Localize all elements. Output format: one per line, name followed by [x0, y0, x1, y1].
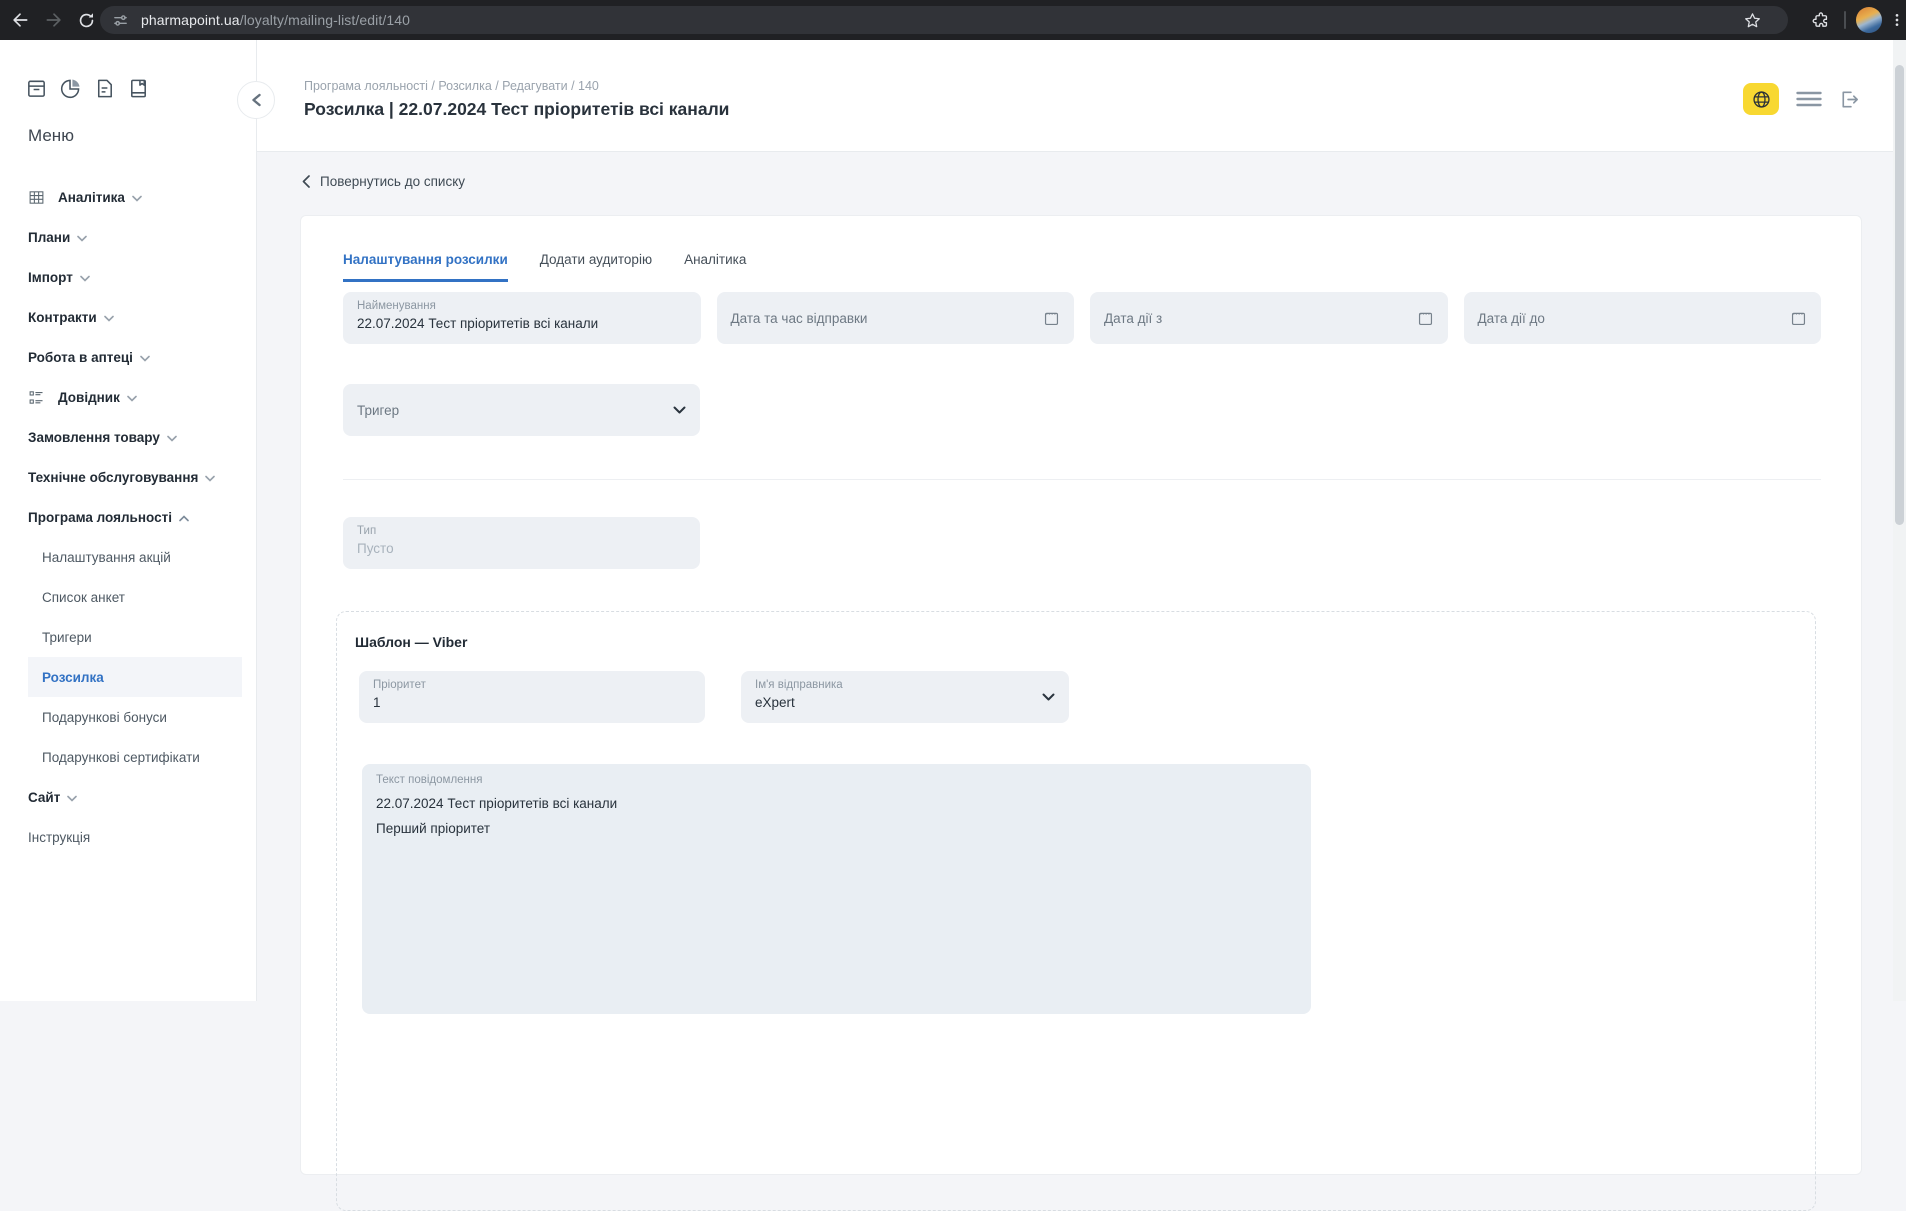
toolbar-divider	[1844, 11, 1846, 29]
grid-icon	[28, 189, 45, 206]
address-bar[interactable]: pharmapoint.ua/loyalty/mailing-list/edit…	[100, 6, 1788, 34]
chevron-left-icon	[302, 175, 310, 188]
trigger-select[interactable]: Тригер	[343, 384, 700, 436]
browser-menu-icon[interactable]	[1885, 8, 1906, 32]
type-field[interactable]: Тип Пусто	[343, 517, 700, 569]
sidebar-item-import[interactable]: Імпорт	[0, 257, 244, 297]
sidebar-item-goods-order[interactable]: Замовлення товару	[0, 417, 244, 457]
browser-reload-button[interactable]	[74, 8, 98, 32]
page-header: Програма лояльності / Розсилка / Редагув…	[257, 40, 1906, 152]
sidebar-item-questionnaires[interactable]: Список анкет	[0, 577, 244, 617]
pie-chart-icon[interactable]	[59, 77, 82, 105]
chevron-down-icon	[167, 435, 177, 442]
sidebar-item-loyalty-program[interactable]: Програма лояльності	[0, 497, 244, 537]
sidebar-item-maintenance[interactable]: Технічне обслуговування	[0, 457, 244, 497]
sender-name-select[interactable]: Ім'я відправника eXpert	[741, 671, 1069, 723]
sidebar-item-contracts[interactable]: Контракти	[0, 297, 244, 337]
logout-icon[interactable]	[1831, 83, 1867, 115]
site-info-icon[interactable]	[112, 12, 129, 29]
chevron-down-icon	[104, 315, 114, 322]
browser-profile-avatar[interactable]	[1856, 7, 1882, 33]
date-to-field[interactable]: Дата дії до	[1464, 292, 1822, 344]
sidebar-item-plans[interactable]: Плани	[0, 217, 244, 257]
chevron-down-icon	[77, 235, 87, 242]
language-globe-button[interactable]	[1743, 83, 1779, 115]
browser-toolbar: pharmapoint.ua/loyalty/mailing-list/edit…	[0, 0, 1906, 40]
chevron-down-icon	[127, 395, 137, 402]
priority-field[interactable]: Пріоритет 1	[359, 671, 705, 723]
tab-mailing-settings[interactable]: Налаштування розсилки	[343, 238, 508, 282]
page-title: Розсилка | 22.07.2024 Тест пріоритетів в…	[304, 99, 729, 120]
menu-title: Меню	[28, 126, 74, 146]
sidebar-item-instruction[interactable]: Інструкція	[0, 817, 244, 857]
calendar-icon[interactable]	[1790, 310, 1807, 327]
template-section-title: Шаблон — Viber	[355, 634, 467, 650]
scrollbar-thumb[interactable]	[1895, 65, 1904, 525]
section-divider	[343, 479, 1821, 480]
sidebar-item-analytics[interactable]: Аналітика	[0, 177, 244, 217]
sidebar-collapse-button[interactable]	[237, 81, 275, 119]
message-text-area[interactable]: Текст повідомлення 22.07.2024 Тест пріор…	[362, 764, 1311, 1014]
chevron-down-icon	[205, 475, 215, 482]
breadcrumb: Програма лояльності / Розсилка / Редагув…	[304, 79, 599, 93]
sidebar-item-mailing[interactable]: Розсилка	[28, 657, 242, 697]
send-datetime-field[interactable]: Дата та час відправки	[717, 292, 1075, 344]
content-area: Повернутись до списку Налаштування розси…	[257, 152, 1906, 1001]
chevron-up-icon	[179, 515, 189, 522]
chevron-down-icon	[132, 195, 142, 202]
sidebar-item-site[interactable]: Сайт	[0, 777, 244, 817]
chevron-down-icon	[80, 275, 90, 282]
list-icon	[28, 389, 45, 406]
archive-icon[interactable]	[25, 77, 48, 105]
document-icon[interactable]	[93, 77, 116, 105]
viber-template-section: Шаблон — Viber Пріоритет 1 Ім'я відправн…	[336, 611, 1816, 1211]
chevron-down-icon	[140, 355, 150, 362]
date-from-field[interactable]: Дата дії з	[1090, 292, 1448, 344]
hamburger-menu-icon[interactable]	[1791, 83, 1827, 115]
calendar-icon[interactable]	[1043, 310, 1060, 327]
sidebar-item-gift-certificates[interactable]: Подарункові сертифікати	[0, 737, 244, 777]
sidebar-item-gift-bonuses[interactable]: Подарункові бонуси	[0, 697, 244, 737]
sidebar-item-promo-settings[interactable]: Налаштування акцій	[0, 537, 244, 577]
tab-analytics[interactable]: Аналітика	[684, 238, 746, 282]
chevron-down-icon	[67, 795, 77, 802]
tab-bar: Налаштування розсилки Додати аудиторію А…	[343, 238, 746, 282]
browser-back-button[interactable]	[8, 8, 32, 32]
extensions-icon[interactable]	[1808, 8, 1832, 32]
url-text: pharmapoint.ua/loyalty/mailing-list/edit…	[141, 12, 410, 28]
tab-add-audience[interactable]: Додати аудиторію	[540, 238, 652, 282]
bookmark-star-icon[interactable]	[1740, 8, 1764, 32]
chevron-down-icon	[673, 406, 686, 414]
sidebar-app-icons	[25, 77, 150, 105]
name-field[interactable]: Найменування 22.07.2024 Тест пріоритетів…	[343, 292, 701, 344]
chevron-down-icon	[1042, 693, 1055, 701]
date-fields-row: Найменування 22.07.2024 Тест пріоритетів…	[343, 292, 1821, 344]
sidebar-item-triggers[interactable]: Тригери	[0, 617, 244, 657]
book-icon[interactable]	[127, 77, 150, 105]
mailing-edit-card: Налаштування розсилки Додати аудиторію А…	[300, 215, 1862, 1175]
sidebar-item-directory[interactable]: Довідник	[0, 377, 244, 417]
sidebar-item-pharmacy-work[interactable]: Робота в аптеці	[0, 337, 244, 377]
browser-forward-button[interactable]	[42, 8, 66, 32]
page-scrollbar[interactable]	[1893, 40, 1906, 1001]
back-to-list-link[interactable]: Повернутись до списку	[302, 174, 465, 189]
calendar-icon[interactable]	[1417, 310, 1434, 327]
sidebar: Меню Аналітика Плани Імпорт Контракти Ро…	[0, 40, 257, 1001]
